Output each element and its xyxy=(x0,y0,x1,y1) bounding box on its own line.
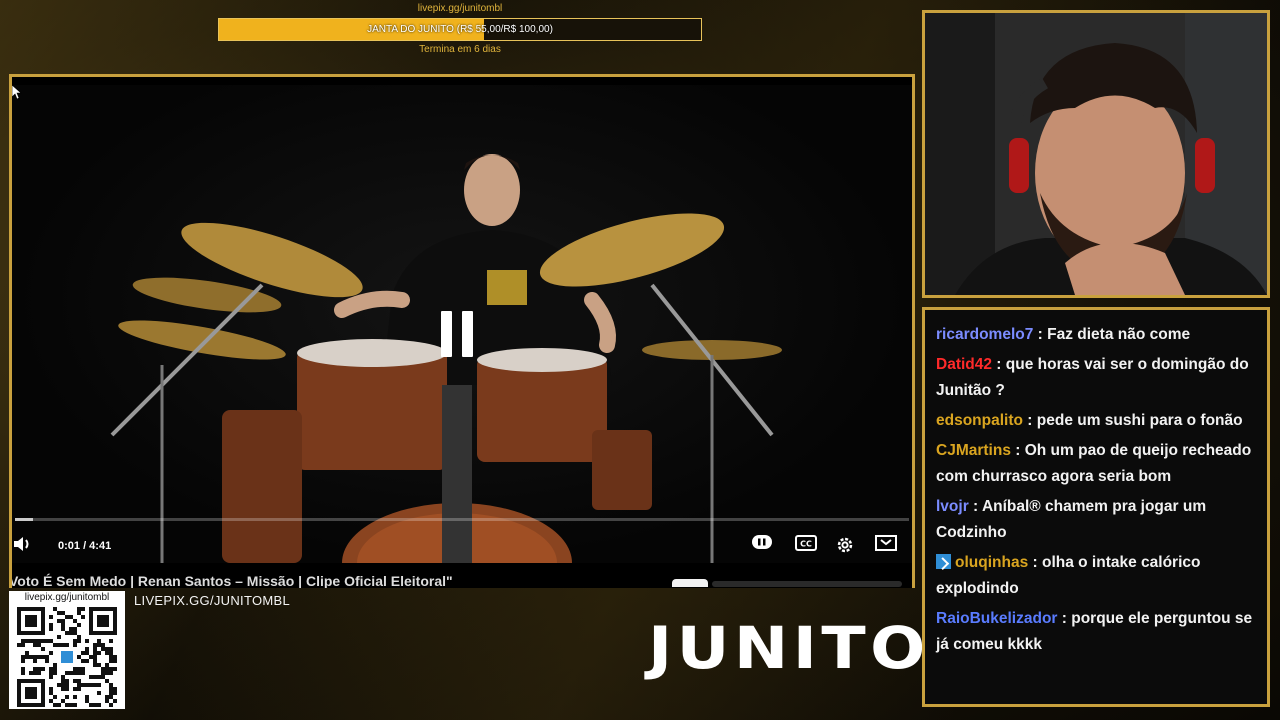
chat-message: Datid42 : que horas vai ser o domingão d… xyxy=(936,352,1257,404)
volume-icon[interactable] xyxy=(12,535,36,557)
video-progress-bar[interactable] xyxy=(15,518,909,521)
chat-separator: : xyxy=(968,498,982,515)
pause-icon[interactable] xyxy=(752,535,776,557)
goal-label: JANTA DO JUNITO (R$ 55,00/R$ 100,00) xyxy=(367,24,553,35)
video-time: 0:01 / 4:41 xyxy=(58,540,112,552)
svg-text:CC: CC xyxy=(800,540,812,549)
goal-deadline: Termina em 6 dias xyxy=(419,44,501,55)
chat-username[interactable]: Datid42 xyxy=(936,356,992,373)
qr-panel: livepix.gg/junitombl xyxy=(9,591,125,709)
video-player[interactable]: 0:01 / 4:41 CC Voto É Sem Medo | Renan S… xyxy=(9,74,915,588)
chat-separator: : xyxy=(1010,442,1025,459)
chat-panel: ricardomelo7 : Faz dieta não come Datid42… xyxy=(922,307,1270,707)
chat-separator: : xyxy=(1022,412,1037,429)
chat-username[interactable]: oluqinhas xyxy=(955,554,1028,571)
chat-message: CJMartins : Oh um pao de queijo recheado… xyxy=(936,438,1257,490)
miniplayer-icon[interactable] xyxy=(875,535,899,557)
video-title: Voto É Sem Medo | Renan Santos – Missão … xyxy=(9,573,453,588)
chat-separator: : xyxy=(992,356,1006,373)
subscriber-badge-icon xyxy=(936,554,951,569)
chat-username[interactable]: ricardomelo7 xyxy=(936,326,1033,343)
goal-url: livepix.gg/junitombl xyxy=(417,3,503,14)
title-overlay-bar xyxy=(712,581,902,587)
player-controls: 0:01 / 4:41 CC xyxy=(12,531,912,563)
closed-captions-icon[interactable]: CC xyxy=(795,535,819,557)
chat-username[interactable]: lvojr xyxy=(936,498,969,515)
chat-separator: : xyxy=(1057,610,1072,627)
junito-logo: JUNITO xyxy=(648,614,930,682)
chat-text: pede um sushi para o fonão xyxy=(1036,412,1243,429)
chat-message: oluqinhas : olha o intake calórico explo… xyxy=(936,550,1257,602)
livepix-label: LIVEPIX.GG/JUNITOMBL xyxy=(134,593,291,608)
video-content[interactable]: 0:01 / 4:41 CC xyxy=(12,85,912,563)
mouse-cursor-icon xyxy=(12,85,22,99)
qr-code-image xyxy=(17,607,117,707)
webcam-feed xyxy=(922,10,1270,298)
chat-message: ricardomelo7 : Faz dieta não come xyxy=(936,322,1257,348)
chat-username[interactable]: RaioBukelizador xyxy=(936,610,1057,627)
title-overlay-pill xyxy=(672,579,708,587)
video-progress-fill xyxy=(15,518,33,521)
chat-message: lvojr : Aníbal® chamem pra jogar um Codz… xyxy=(936,494,1257,546)
chat-username[interactable]: CJMartins xyxy=(936,442,1011,459)
chat-text: Faz dieta não come xyxy=(1047,326,1191,343)
webcam-person xyxy=(925,13,1267,295)
chat-separator: : xyxy=(1033,326,1048,343)
settings-gear-icon[interactable] xyxy=(835,535,859,557)
chat-separator: : xyxy=(1028,554,1042,571)
goal-progress-bar: JANTA DO JUNITO (R$ 55,00/R$ 100,00) xyxy=(218,18,702,41)
chat-username[interactable]: edsonpalito xyxy=(936,412,1023,429)
center-pause-icon[interactable] xyxy=(439,311,475,357)
qr-url: livepix.gg/junitombl xyxy=(24,592,110,603)
chat-message: RaioBukelizador : porque ele perguntou s… xyxy=(936,606,1257,658)
chat-message: edsonpalito : pede um sushi para o fonão xyxy=(936,408,1257,434)
